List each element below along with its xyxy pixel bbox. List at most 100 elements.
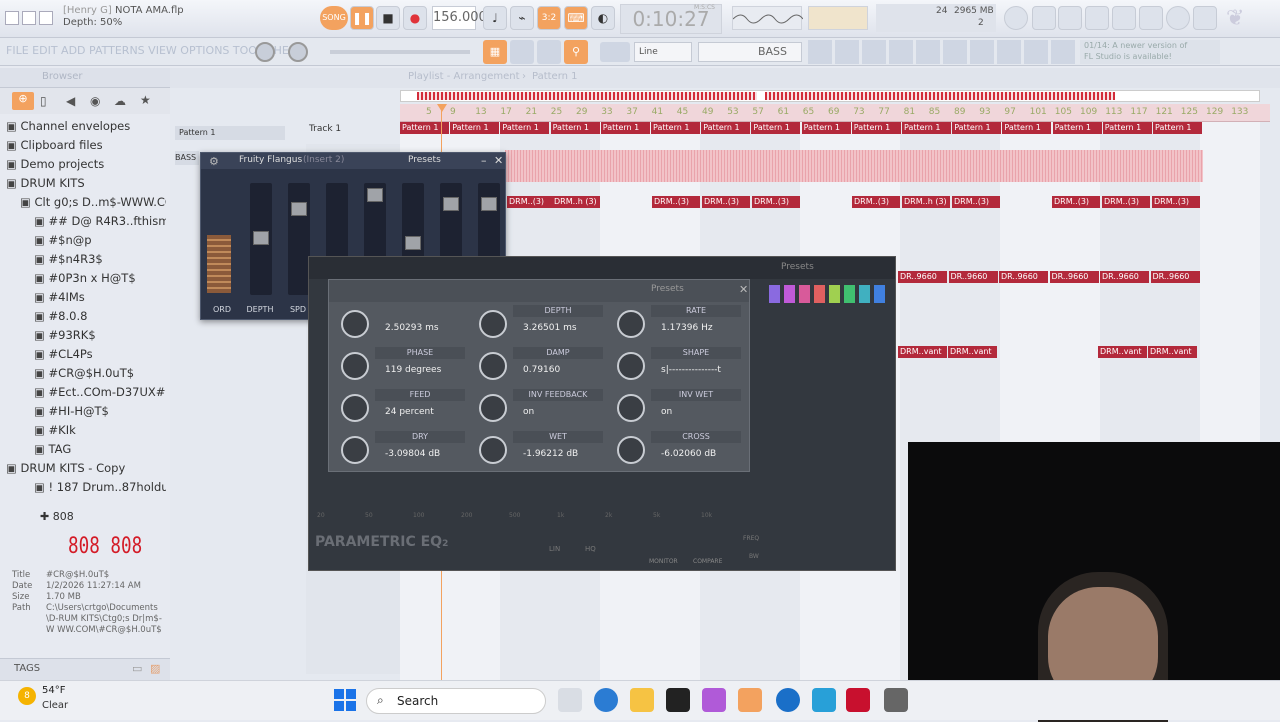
record-button[interactable]: ● bbox=[403, 6, 427, 30]
playlist-clip[interactable]: DR..9660 bbox=[1049, 271, 1099, 283]
param-knob[interactable] bbox=[341, 436, 369, 464]
playlist-clip[interactable]: DR..9660 bbox=[1100, 271, 1149, 283]
param-knob[interactable] bbox=[341, 352, 369, 380]
slide-icon[interactable] bbox=[537, 40, 561, 64]
stop-button[interactable]: ■ bbox=[376, 6, 400, 30]
piano-roll-icon[interactable] bbox=[1085, 6, 1109, 30]
playlist-clip[interactable]: DRM..vant bbox=[898, 346, 947, 358]
browser-item[interactable]: ▣ #CR@$H.0uT$ bbox=[6, 364, 166, 383]
wait-input-icon[interactable]: ⌁ bbox=[510, 6, 534, 30]
menu-patterns[interactable]: PATTERNS bbox=[89, 44, 145, 57]
playlist-clip[interactable]: DRM..vant bbox=[948, 346, 997, 358]
param-knob[interactable] bbox=[617, 352, 645, 380]
sample-item[interactable]: ✚ 808 bbox=[40, 510, 74, 523]
fl-studio-icon[interactable] bbox=[738, 688, 762, 712]
playlist-clip[interactable]: DRM..h (3) bbox=[902, 196, 950, 208]
tempo-slider[interactable] bbox=[330, 50, 470, 54]
blend-notes-icon[interactable]: ◐ bbox=[591, 6, 615, 30]
playlist-clip[interactable]: Pattern 1 bbox=[550, 122, 600, 134]
browser-item[interactable]: ▣ Demo projects bbox=[6, 155, 166, 174]
minimize-window-button[interactable] bbox=[5, 11, 19, 25]
cpu-icon[interactable] bbox=[1004, 6, 1028, 30]
menu-file[interactable]: FILE bbox=[6, 44, 29, 57]
playlist-clip[interactable]: Pattern 1 bbox=[1153, 122, 1202, 134]
browser-item[interactable]: ▣ DRUM KITS bbox=[6, 174, 166, 193]
flangus-fader[interactable] bbox=[250, 183, 272, 295]
playlist-clip[interactable]: DR..9660 bbox=[948, 271, 998, 283]
channel-rack-icon[interactable] bbox=[1112, 6, 1136, 30]
close-window-button[interactable] bbox=[39, 11, 53, 25]
eq-band-button[interactable] bbox=[874, 285, 885, 303]
fader-handle[interactable] bbox=[367, 187, 383, 202]
master-pitch-knob[interactable] bbox=[288, 42, 308, 62]
chat-icon[interactable] bbox=[812, 688, 836, 712]
horizontal-scrollbar[interactable] bbox=[400, 90, 1260, 102]
cloud-icon[interactable]: ☁ bbox=[114, 94, 126, 108]
fader-handle[interactable] bbox=[443, 197, 459, 212]
playlist-clip[interactable]: Pattern 1 bbox=[1002, 122, 1052, 134]
eq-band-button[interactable] bbox=[769, 285, 780, 303]
param-cell[interactable]: SHAPE s|---------------t bbox=[609, 344, 744, 382]
browser-item[interactable]: ▣ Clt g0;s D..m$-WWW.COM bbox=[6, 193, 166, 212]
param-cell[interactable]: CROSS -6.02060 dB bbox=[609, 428, 744, 466]
edge-icon[interactable] bbox=[594, 688, 618, 712]
copilot-icon[interactable] bbox=[702, 688, 726, 712]
master-volume-knob[interactable] bbox=[255, 42, 275, 62]
playlist-clip[interactable]: DRM..h (3) bbox=[552, 196, 600, 208]
weather-temp[interactable]: 54°F bbox=[42, 685, 65, 696]
plugin-picker-icon[interactable] bbox=[1193, 6, 1217, 30]
all-files-icon[interactable]: ⊕ bbox=[12, 92, 34, 110]
param-knob[interactable] bbox=[617, 394, 645, 422]
browser-item[interactable]: ▣ Channel envelopes bbox=[6, 117, 166, 136]
playlist-clip[interactable]: DRM..(3) bbox=[1102, 196, 1150, 208]
fader-handle[interactable] bbox=[405, 235, 421, 250]
minimize-icon[interactable]: – bbox=[481, 154, 487, 167]
bass-picker[interactable]: BASS bbox=[175, 151, 199, 165]
playlist-clip[interactable]: DRM..(3) bbox=[702, 196, 750, 208]
file-explorer-icon[interactable] bbox=[630, 688, 654, 712]
param-knob[interactable] bbox=[479, 436, 507, 464]
playlist-clip[interactable]: Pattern 1 bbox=[651, 122, 700, 134]
eq-band-button[interactable] bbox=[814, 285, 825, 303]
browser-item[interactable]: ▣ ! 187 Drum..87holdup bbox=[6, 478, 166, 497]
hp-icon[interactable] bbox=[776, 688, 800, 712]
flangus-fader[interactable] bbox=[288, 183, 310, 295]
countdown-button[interactable]: 3:2 bbox=[537, 6, 561, 30]
param-knob[interactable] bbox=[341, 394, 369, 422]
star-icon[interactable]: ★ bbox=[140, 93, 151, 107]
param-cell[interactable]: INV WET on bbox=[609, 386, 744, 424]
weather-icon[interactable]: 8 bbox=[18, 687, 36, 705]
menu-options[interactable]: OPTIONS bbox=[180, 44, 229, 57]
param-cell[interactable]: DRY -3.09804 dB bbox=[333, 428, 468, 466]
playlist-clip[interactable]: Pattern 1 bbox=[450, 122, 500, 134]
param-knob[interactable] bbox=[341, 310, 369, 338]
flangus-presets[interactable]: Presets bbox=[408, 155, 441, 165]
menu-view[interactable]: VIEW bbox=[148, 44, 177, 57]
browser-item[interactable]: ▣ ## D@ R4R3..fthismyshlt bbox=[6, 212, 166, 231]
browser-item[interactable]: ▣ #0P3n x H@T$ bbox=[6, 269, 166, 288]
tag-icon[interactable]: ▨ bbox=[150, 662, 160, 675]
menu-add[interactable]: ADD bbox=[61, 44, 85, 57]
playlist-clip[interactable]: DR..9660 bbox=[898, 271, 947, 283]
song-mode-button[interactable]: SONG bbox=[320, 6, 348, 30]
playlist-clip[interactable]: Pattern 1 bbox=[801, 122, 851, 134]
playlist-clip[interactable]: DRM..(3) bbox=[652, 196, 700, 208]
step-icon[interactable] bbox=[510, 40, 534, 64]
playlist-clip[interactable]: Pattern 1 bbox=[600, 122, 650, 134]
playlist-clip[interactable]: DRM..(3) bbox=[752, 196, 800, 208]
browser-item[interactable]: ▣ Clipboard files bbox=[6, 136, 166, 155]
eq-band-button[interactable] bbox=[844, 285, 855, 303]
pause-button[interactable]: ❚❚ bbox=[350, 6, 374, 30]
start-icon[interactable] bbox=[334, 689, 356, 711]
playlist-window-icon[interactable] bbox=[1032, 6, 1056, 30]
playlist-clip[interactable]: Pattern 1 bbox=[902, 122, 951, 134]
playlist-clip[interactable]: DRM..(3) bbox=[852, 196, 900, 208]
tempo-display[interactable]: 156.000 bbox=[432, 6, 487, 30]
mixer-icon[interactable] bbox=[1139, 6, 1163, 30]
playlist-clip[interactable]: DRM..(3) bbox=[507, 196, 555, 208]
maximize-window-button[interactable] bbox=[22, 11, 36, 25]
snap-select[interactable]: Line bbox=[634, 42, 692, 62]
playlist-clip[interactable]: DRM..(3) bbox=[1052, 196, 1100, 208]
bass-audio-clip[interactable] bbox=[505, 150, 1203, 182]
taskbar-search[interactable]: ⌕ Search bbox=[366, 688, 546, 714]
